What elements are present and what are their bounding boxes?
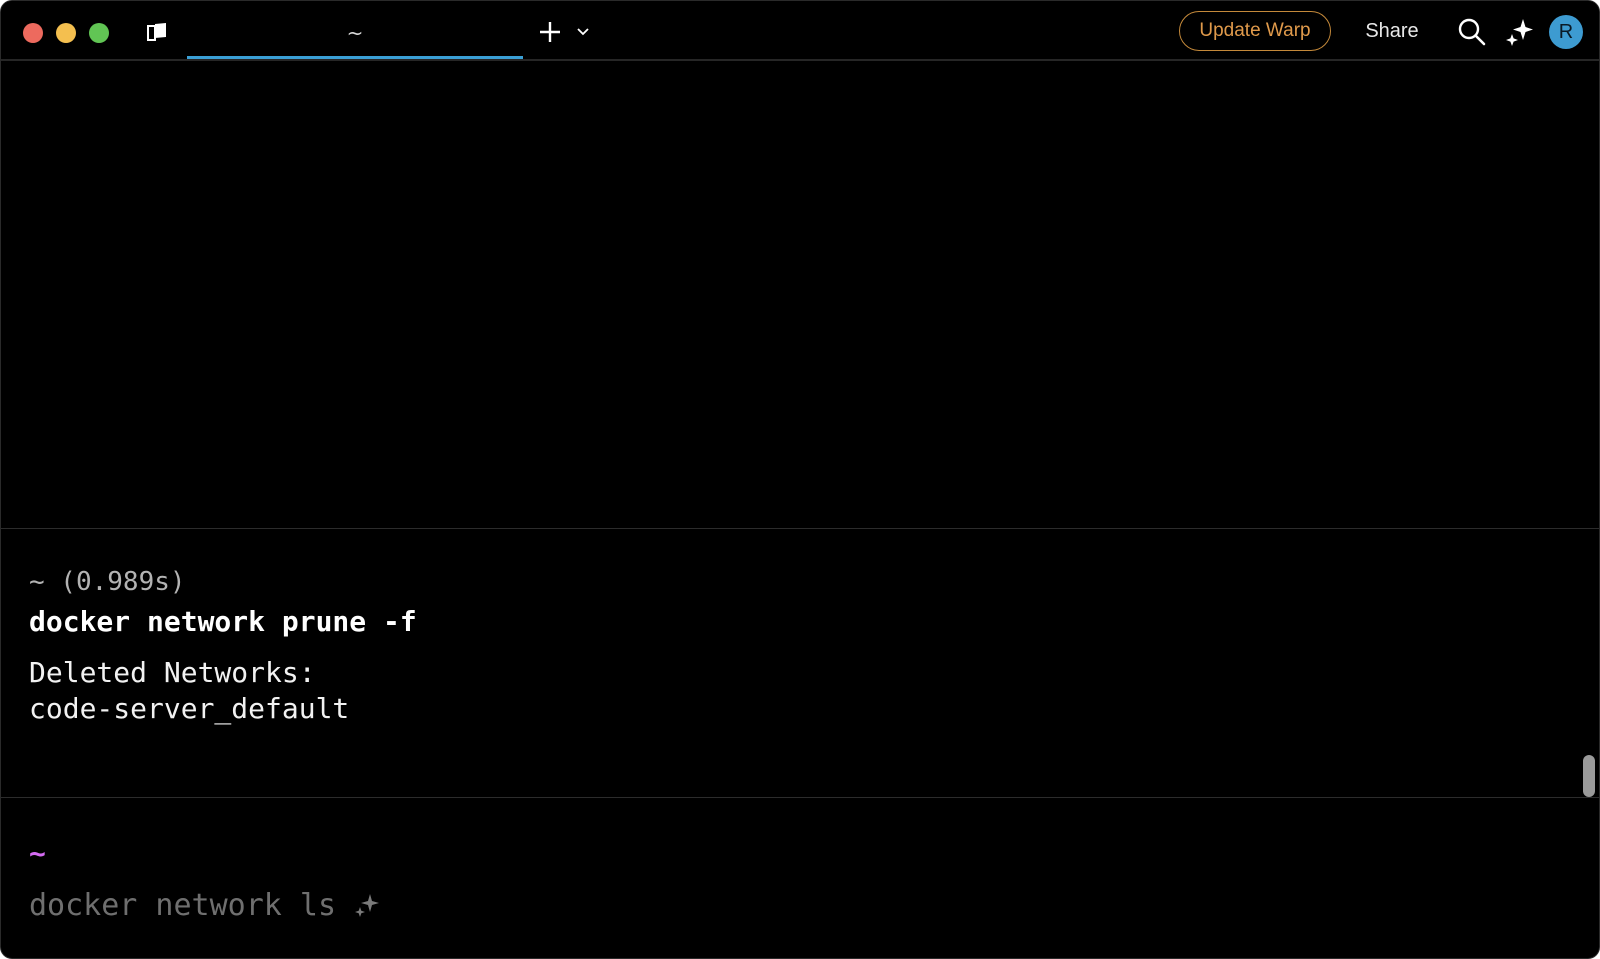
avatar[interactable]: R [1549, 15, 1583, 49]
plus-icon [540, 22, 560, 42]
sparkle-icon [1506, 19, 1533, 46]
terminal-window: ~ Update Warp Share R ~ (0.989s) docker … [0, 0, 1600, 959]
active-tab-indicator [187, 56, 523, 59]
chevron-down-icon [577, 28, 589, 36]
prompt-directory: ~ [29, 837, 46, 870]
block-header: ~ (0.989s) [29, 567, 186, 597]
new-tab-button[interactable] [537, 19, 563, 45]
sparkle-icon[interactable] [354, 892, 380, 918]
minimize-window-button[interactable] [56, 23, 76, 43]
command-suggestion: docker network ls [29, 887, 337, 923]
share-button[interactable]: Share [1357, 11, 1427, 51]
title-bar: ~ Update Warp Share R [1, 1, 1599, 61]
command-input[interactable]: docker network ls [29, 885, 380, 925]
tab-title: ~ [346, 21, 364, 45]
tab-home[interactable]: ~ [187, 1, 523, 59]
panel-icon[interactable] [144, 21, 170, 43]
ai-button[interactable] [1505, 17, 1535, 47]
search-icon [1458, 18, 1486, 46]
zoom-window-button[interactable] [89, 23, 109, 43]
update-warp-button[interactable]: Update Warp [1179, 11, 1331, 51]
block-output: Deleted Networks: code-server_default [29, 656, 350, 725]
input-divider [1, 797, 1599, 798]
search-button[interactable] [1457, 17, 1487, 47]
close-window-button[interactable] [23, 23, 43, 43]
block-divider [1, 528, 1599, 529]
block-command[interactable]: docker network prune -f [29, 605, 417, 638]
new-tab-dropdown-button[interactable] [575, 25, 591, 39]
scrollbar-thumb[interactable] [1583, 755, 1595, 797]
